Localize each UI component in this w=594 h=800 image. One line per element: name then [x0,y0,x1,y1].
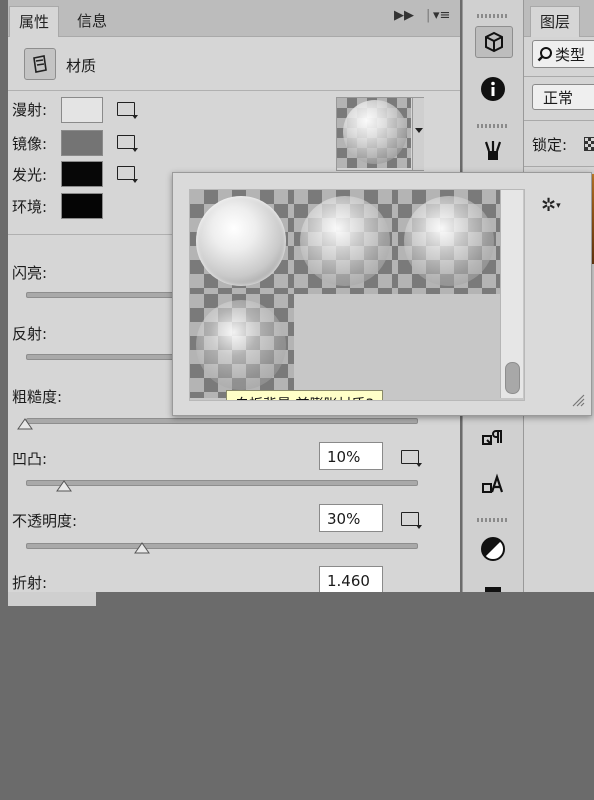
reflection-label: 反射: [12,325,48,343]
bump-label: 凹凸: [12,450,48,468]
specular-texture-folder-icon[interactable] [116,133,138,152]
gear-icon[interactable]: ✲▾ [541,195,561,216]
tab-properties[interactable]: 属性 [9,6,60,37]
bump-slider-track[interactable] [26,480,418,486]
dock-grip[interactable] [477,14,507,18]
material-picker-popup: 白板背景 前膨胀材质3 ✲▾ [172,172,592,416]
specular-color-swatch[interactable] [61,130,103,156]
roughness-slider-thumb[interactable] [17,418,33,430]
opacity-label: 不透明度: [12,512,78,530]
ambient-color-swatch[interactable] [61,193,103,219]
workspace-background [0,592,594,800]
3d-panel-icon[interactable] [475,26,513,58]
diffuse-texture-folder-icon[interactable] [116,100,138,119]
dock-grip[interactable] [477,518,507,522]
illumination-label: 发光: [12,166,48,184]
divider [524,76,594,77]
grid-scrollbar[interactable] [500,190,523,398]
layer-filter-kind[interactable]: 类型 [532,40,594,68]
material-label: 材质 [66,57,97,75]
material-preset-1[interactable] [190,190,294,294]
resize-grip-icon[interactable] [569,391,585,411]
opacity-texture-folder-icon[interactable] [400,510,422,529]
material-preset-2[interactable] [294,190,398,294]
search-icon [537,47,552,62]
chevron-down-icon [415,128,423,133]
bump-slider-thumb[interactable] [56,480,72,492]
panel-edge [8,592,96,606]
refraction-value-input[interactable]: 1.460 [319,566,383,592]
roughness-label: 粗糙度: [12,388,63,406]
ambient-label: 环境: [12,198,48,216]
divider [8,90,460,91]
shine-label: 闪亮: [12,264,48,282]
adjustments-icon[interactable] [475,534,511,564]
bump-texture-folder-icon[interactable] [400,448,422,467]
info-icon[interactable] [475,74,511,104]
opacity-slider-thumb[interactable] [134,542,150,554]
material-3d-icon[interactable] [24,48,56,80]
collapse-panel-icon[interactable]: ▶▶ [394,8,414,23]
material-preset-3[interactable] [398,190,502,294]
diffuse-label: 漫射: [12,101,48,119]
tab-layers[interactable]: 图层 [530,6,581,37]
bump-value-input[interactable]: 10% [319,442,383,470]
dock-grip[interactable] [477,124,507,128]
divider [524,166,594,167]
blend-mode-select[interactable]: 正常 [532,84,594,110]
panel-menu-icon[interactable]: ▾≡ [433,8,450,23]
illumination-texture-folder-icon[interactable] [116,164,138,183]
specular-label: 镜像: [12,135,48,153]
opacity-value-input[interactable]: 30% [319,504,383,532]
lock-label: 锁定: [532,136,568,154]
refraction-label: 折射: [12,574,48,592]
tab-bar-divider: | [426,8,431,23]
lock-transparent-pixels-icon[interactable] [584,137,594,151]
character-styles-icon[interactable] [475,470,511,500]
material-preview-thumbnail[interactable] [336,97,424,171]
diffuse-color-swatch[interactable] [61,97,103,123]
opacity-slider-track[interactable] [26,543,418,549]
tab-info[interactable]: 信息 [68,6,116,36]
paragraph-styles-icon[interactable] [475,424,511,454]
illumination-color-swatch[interactable] [61,161,103,187]
panel-tab-bar: 属性 信息 ▶▶ | ▾≡ [8,0,460,37]
scrollbar-thumb[interactable] [505,362,520,394]
material-tooltip: 白板背景 前膨胀材质3 [226,390,384,400]
brush-presets-icon[interactable] [475,136,511,166]
layers-tab-bar: 图层 [524,0,594,37]
divider [524,120,594,121]
layer-filter-label: 类型 [555,46,586,64]
material-preset-4[interactable] [190,294,294,398]
material-picker-dropdown[interactable] [412,98,424,170]
roughness-slider-track[interactable] [26,418,418,424]
material-thumbnail-grid: 白板背景 前膨胀材质3 [189,189,525,401]
